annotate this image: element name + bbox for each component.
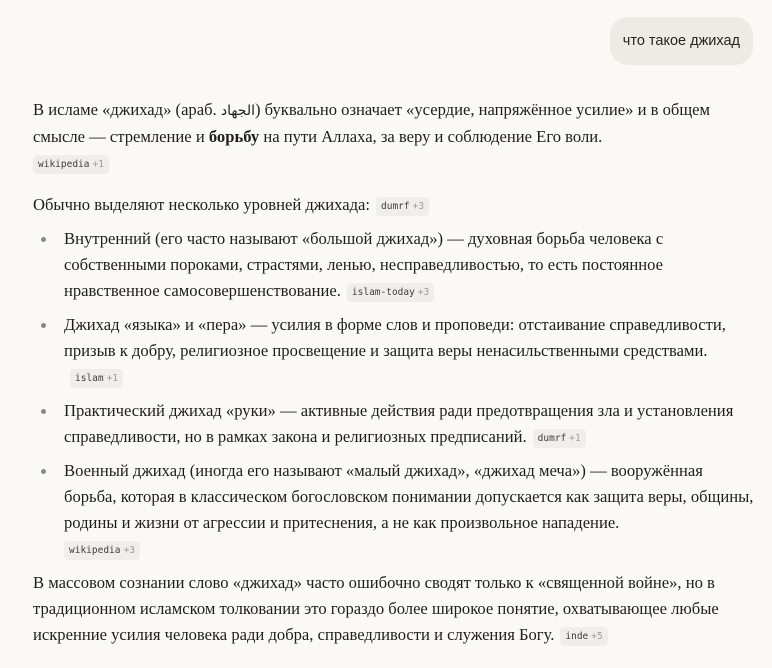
outro-text: В массовом сознании слово «джихад» часто… bbox=[33, 573, 719, 644]
list-item: Внутренний (его часто называют «большой … bbox=[33, 226, 758, 304]
answer-intro-paragraph: В исламе «джихад» (араб. الجهاد) букваль… bbox=[33, 97, 758, 176]
levels-intro-paragraph: Обычно выделяют несколько уровней джихад… bbox=[33, 192, 758, 218]
citation-chip[interactable]: islam +1 bbox=[70, 369, 124, 388]
citation-chip[interactable]: dumrf +1 bbox=[532, 429, 586, 448]
citation-source: inde bbox=[565, 631, 589, 642]
citation-more-count: +1 bbox=[92, 159, 104, 170]
citation-source: wikipedia bbox=[38, 159, 90, 170]
citation-source: islam-today bbox=[351, 287, 415, 298]
user-message-text: что такое джихад bbox=[622, 33, 740, 49]
bullet-dot bbox=[41, 237, 46, 242]
user-message-bubble: что такое джихад bbox=[609, 17, 753, 65]
answer-outro-paragraph: В массовом сознании слово «джихад» часто… bbox=[33, 570, 758, 648]
list-item-text: Военный джихад (иногда его называют «мал… bbox=[64, 461, 754, 532]
citation-more-count: +3 bbox=[123, 545, 135, 556]
assistant-answer: В исламе «джихад» (араб. الجهاد) букваль… bbox=[33, 97, 758, 648]
levels-intro-text: Обычно выделяют несколько уровней джихад… bbox=[33, 195, 371, 214]
citation-chip[interactable]: wikipedia +3 bbox=[64, 541, 140, 560]
citation-source: islam bbox=[75, 373, 104, 384]
citation-chip[interactable]: wikipedia +1 bbox=[33, 155, 109, 174]
intro-text-part-3: на пути Аллаха, за веру и соблюдение Его… bbox=[259, 127, 603, 146]
bullet-dot bbox=[41, 323, 46, 328]
citation-chip[interactable]: islam-today +3 bbox=[346, 283, 435, 302]
citation-more-count: +3 bbox=[412, 201, 425, 212]
list-item: Практический джихад «руки» — активные де… bbox=[33, 398, 758, 450]
citation-source: wikipedia bbox=[69, 545, 121, 556]
bullet-dot bbox=[41, 409, 46, 414]
bullet-dot bbox=[41, 469, 46, 474]
list-item: Военный джихад (иногда его называют «мал… bbox=[33, 458, 758, 562]
citation-chip[interactable]: inde +5 bbox=[560, 627, 608, 646]
list-item-text: Джихад «языка» и «пера» — усилия в форме… bbox=[64, 315, 726, 360]
arabic-term: الجهاد bbox=[220, 103, 255, 119]
citation-more-count: +5 bbox=[591, 631, 603, 642]
citation-source: dumrf bbox=[381, 201, 410, 212]
intro-text-part-1: В исламе «джихад» (араб. bbox=[33, 100, 221, 119]
citation-more-count: +3 bbox=[417, 287, 430, 298]
list-item-text: Практический джихад «руки» — активные де… bbox=[64, 401, 734, 446]
citation-more-count: +1 bbox=[106, 373, 119, 384]
citation-chip[interactable]: dumrf +3 bbox=[376, 197, 430, 216]
citation-source: dumrf bbox=[537, 433, 567, 444]
levels-list: Внутренний (его часто называют «большой … bbox=[33, 226, 758, 562]
intro-bold-term: борьбу bbox=[208, 127, 260, 146]
citation-more-count: +1 bbox=[569, 433, 581, 444]
list-item: Джихад «языка» и «пера» — усилия в форме… bbox=[33, 312, 758, 390]
